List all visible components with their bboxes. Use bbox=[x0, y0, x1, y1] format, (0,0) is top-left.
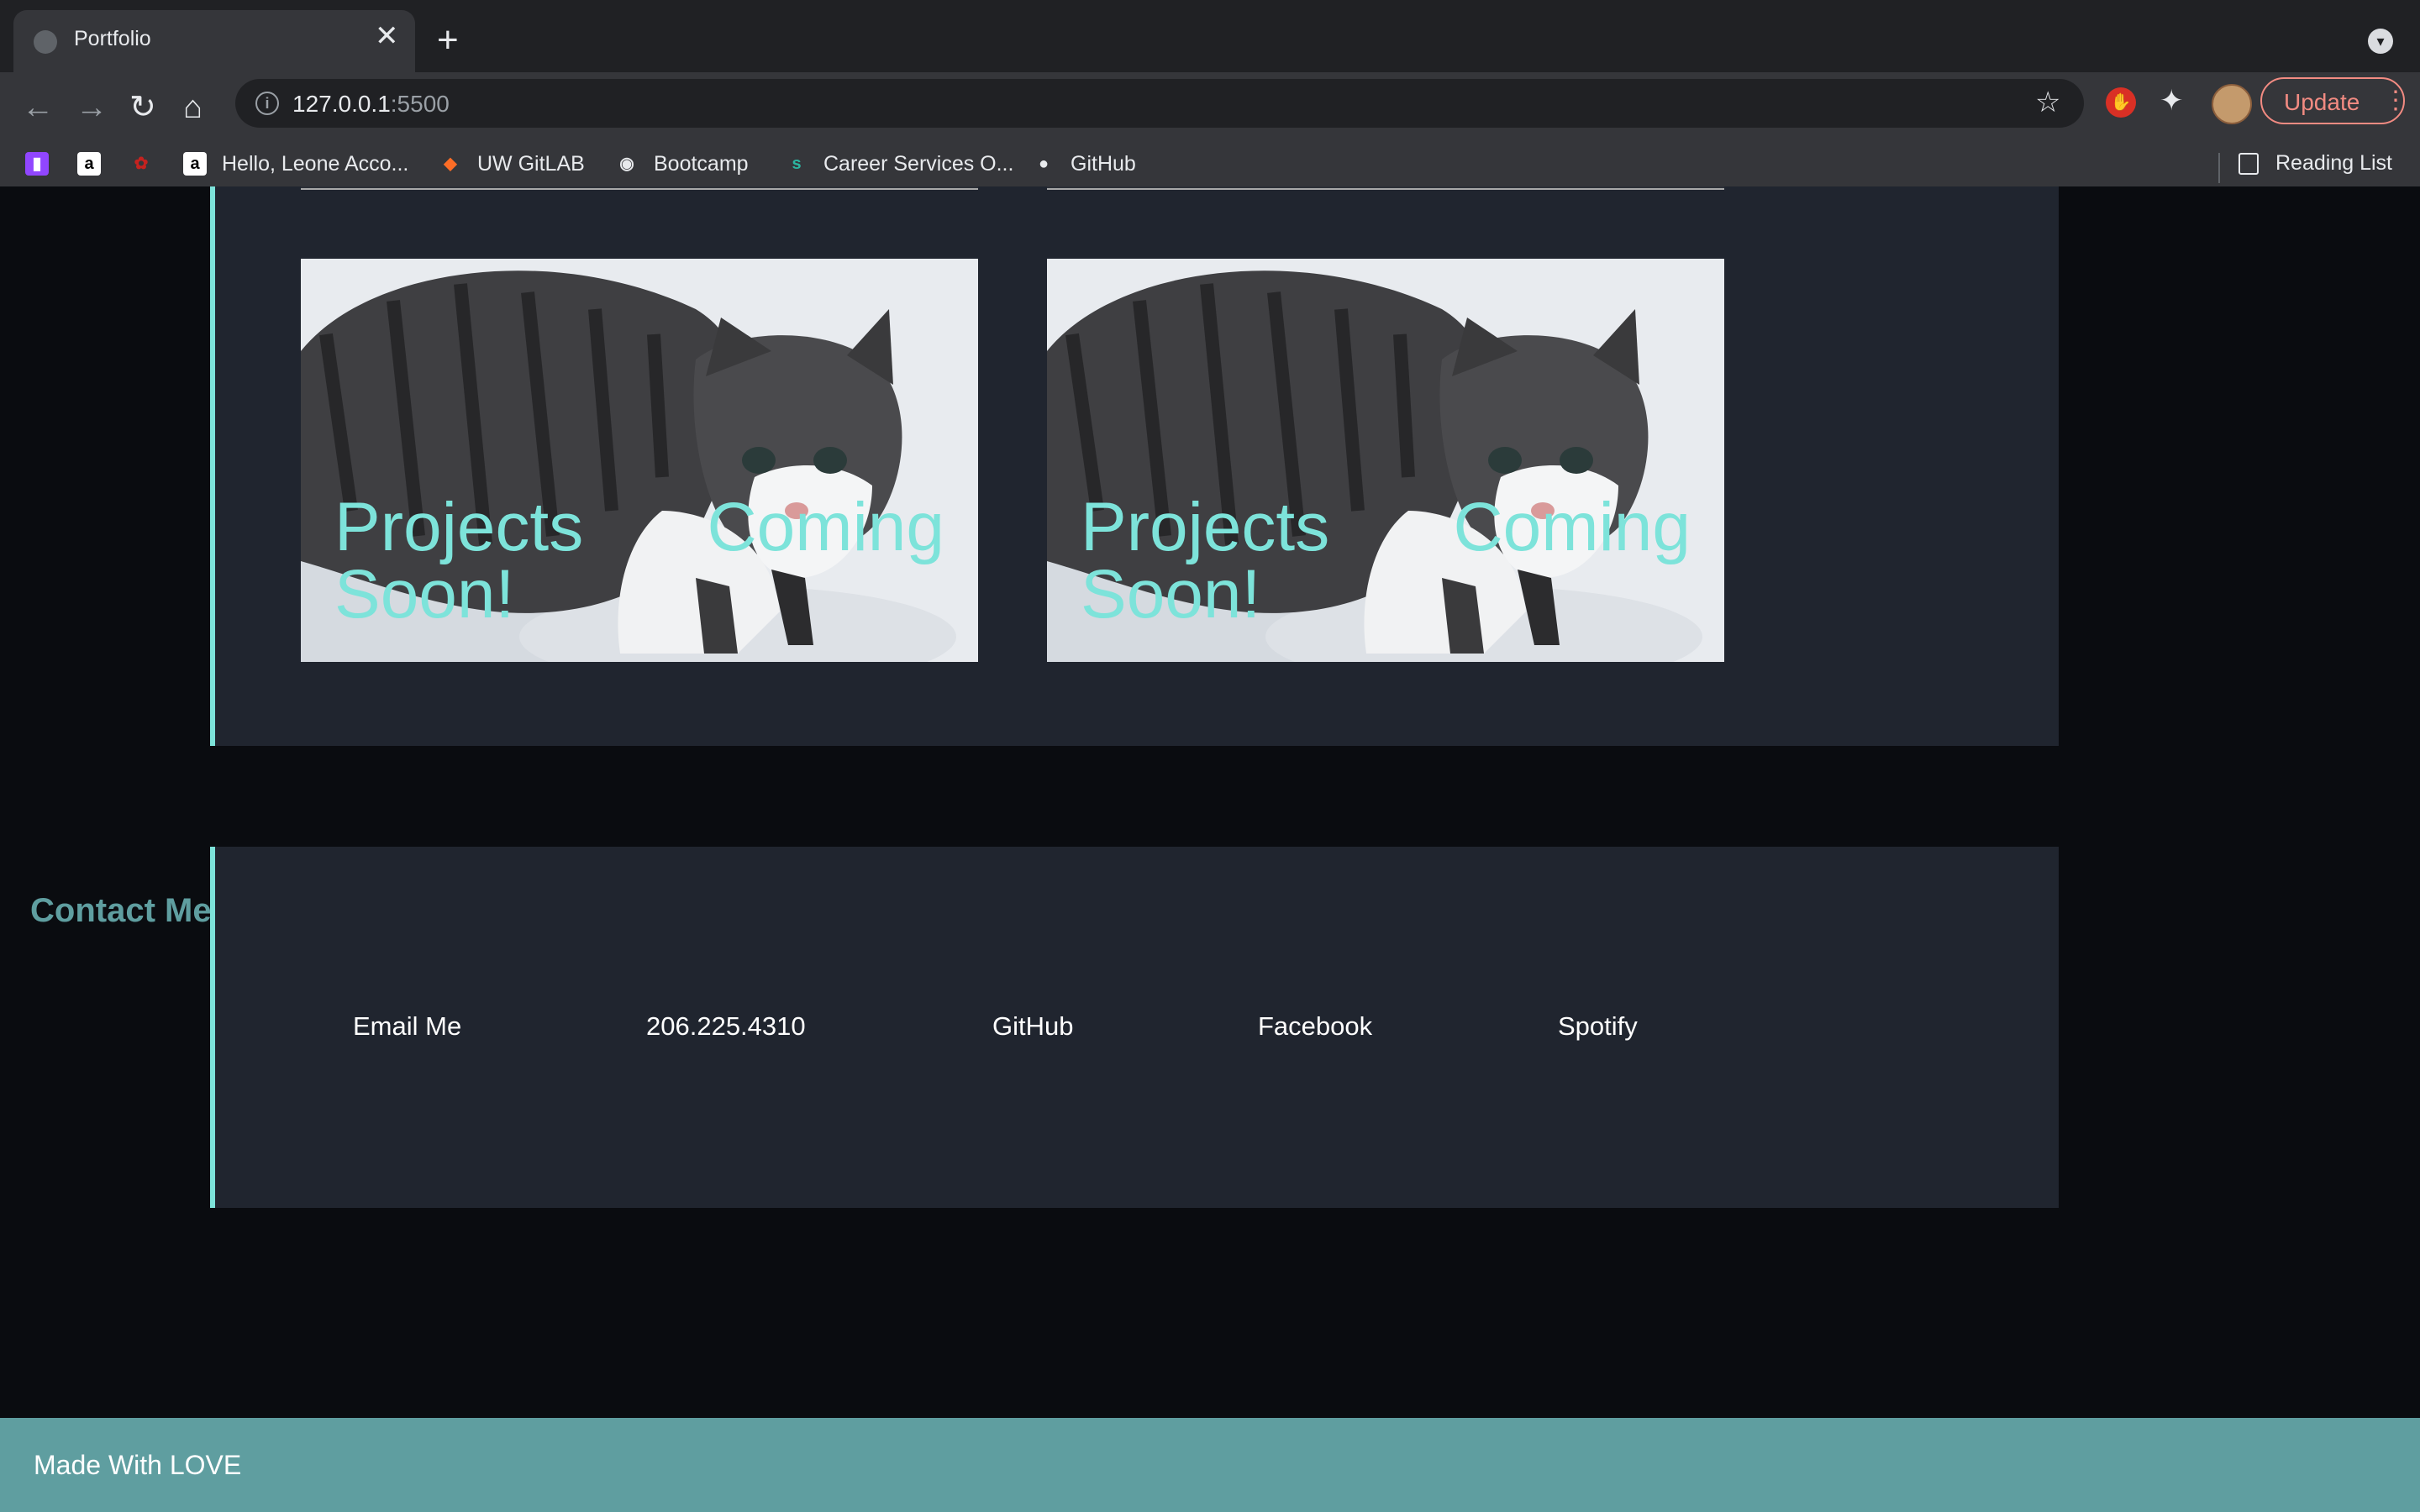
contact-section: Email Me 206.225.4310 GitHub Facebook Sp… bbox=[210, 847, 2059, 1208]
menu-icon[interactable]: ⋮ bbox=[2383, 86, 2408, 115]
forward-button[interactable]: → bbox=[76, 89, 108, 126]
bookmark-amazon[interactable]: a bbox=[77, 151, 116, 185]
reading-list-icon bbox=[2238, 153, 2259, 176]
address-bar[interactable]: i 127.0.0.1:5500 ☆ bbox=[235, 79, 2084, 128]
bookmark-label: UW GitLAB bbox=[477, 151, 585, 176]
project-title: Projects Coming Soon! bbox=[1081, 489, 1691, 633]
tab-portfolio[interactable]: Portfolio ✕ bbox=[13, 10, 415, 72]
contact-heading: Contact Me bbox=[30, 892, 212, 929]
close-icon[interactable]: ✕ bbox=[375, 22, 399, 50]
amazon-icon: a bbox=[77, 152, 101, 176]
facebook-link[interactable]: Facebook bbox=[1258, 1011, 1372, 1042]
bookmark-career-services[interactable]: s Career Services O... bbox=[785, 151, 1013, 185]
github-icon: ● bbox=[1038, 155, 1050, 174]
bookmark-bootcamp[interactable]: ◉ Bootcamp bbox=[615, 151, 749, 185]
footer-text: Made With LOVE bbox=[34, 1450, 242, 1480]
bookmark-label: Hello, Leone Acco... bbox=[222, 151, 409, 176]
project-card-peek bbox=[1047, 186, 1724, 190]
profile-avatar[interactable] bbox=[2212, 84, 2252, 124]
bookmark-label: Career Services O... bbox=[823, 151, 1014, 176]
reading-list-button[interactable]: Reading List bbox=[2238, 151, 2392, 176]
tab-strip: Portfolio ✕ + ▾ bbox=[0, 0, 2420, 72]
extensions-puzzle-icon[interactable]: ✦ bbox=[2160, 84, 2184, 118]
reading-list-label: Reading List bbox=[2275, 151, 2392, 175]
gitlab-icon: ◆ bbox=[444, 155, 457, 174]
new-tab-button[interactable]: + bbox=[437, 22, 459, 59]
project-card[interactable]: Projects Coming Soon! bbox=[301, 259, 978, 662]
bookmark-amazon-account[interactable]: a Hello, Leone Acco... bbox=[183, 151, 408, 185]
bookmark-label: GitHub bbox=[1071, 151, 1136, 176]
url-text[interactable]: 127.0.0.1:5500 bbox=[292, 91, 450, 118]
update-button[interactable]: Update ⋮ bbox=[2260, 77, 2408, 124]
twitch-icon: ▮ bbox=[25, 152, 49, 176]
bookmark-star-icon[interactable]: ☆ bbox=[2035, 86, 2060, 119]
bookmark-red[interactable]: ✿ bbox=[129, 151, 168, 185]
page-viewport: Projects Coming Soon! Projects Coming So… bbox=[0, 186, 2420, 1512]
browser-toolbar: ← → ↻ ⌂ i 127.0.0.1:5500 ☆ ✋ ✦ Update ⋮ … bbox=[0, 72, 2420, 200]
bookmarks-divider bbox=[2218, 153, 2220, 183]
bookmark-label: Bootcamp bbox=[654, 151, 749, 176]
bookmark-twitch[interactable]: ▮ bbox=[25, 151, 64, 185]
reload-button[interactable]: ↻ bbox=[129, 89, 156, 126]
home-button[interactable]: ⌂ bbox=[183, 89, 203, 126]
phone-link[interactable]: 206.225.4310 bbox=[646, 1011, 806, 1042]
back-button[interactable]: ← bbox=[22, 89, 54, 126]
projects-section: Projects Coming Soon! Projects Coming So… bbox=[210, 186, 2059, 746]
bookmark-github[interactable]: ● GitHub bbox=[1032, 151, 1136, 185]
spotify-link[interactable]: Spotify bbox=[1558, 1011, 1638, 1042]
red-bookmark-icon: ✿ bbox=[134, 155, 149, 174]
update-label: Update bbox=[2284, 89, 2360, 115]
globe-icon bbox=[34, 30, 57, 54]
github-link[interactable]: GitHub bbox=[992, 1011, 1073, 1042]
project-title: Projects Coming Soon! bbox=[334, 489, 944, 633]
footer: Made With LOVE bbox=[0, 1418, 2420, 1512]
project-card[interactable]: Projects Coming Soon! bbox=[1047, 259, 1724, 662]
amazon-icon: a bbox=[183, 152, 207, 176]
career-services-icon: s bbox=[792, 155, 802, 174]
email-link[interactable]: Email Me bbox=[353, 1011, 461, 1042]
extension-icon[interactable]: ✋ bbox=[2106, 87, 2136, 118]
tab-search-icon[interactable]: ▾ bbox=[2368, 29, 2393, 54]
globe-icon: ◉ bbox=[619, 155, 634, 174]
bookmark-uw-gitlab[interactable]: ◆ UW GitLAB bbox=[439, 151, 585, 185]
tab-title: Portfolio bbox=[74, 27, 151, 50]
info-icon[interactable]: i bbox=[255, 92, 279, 115]
project-card-peek bbox=[301, 186, 978, 190]
